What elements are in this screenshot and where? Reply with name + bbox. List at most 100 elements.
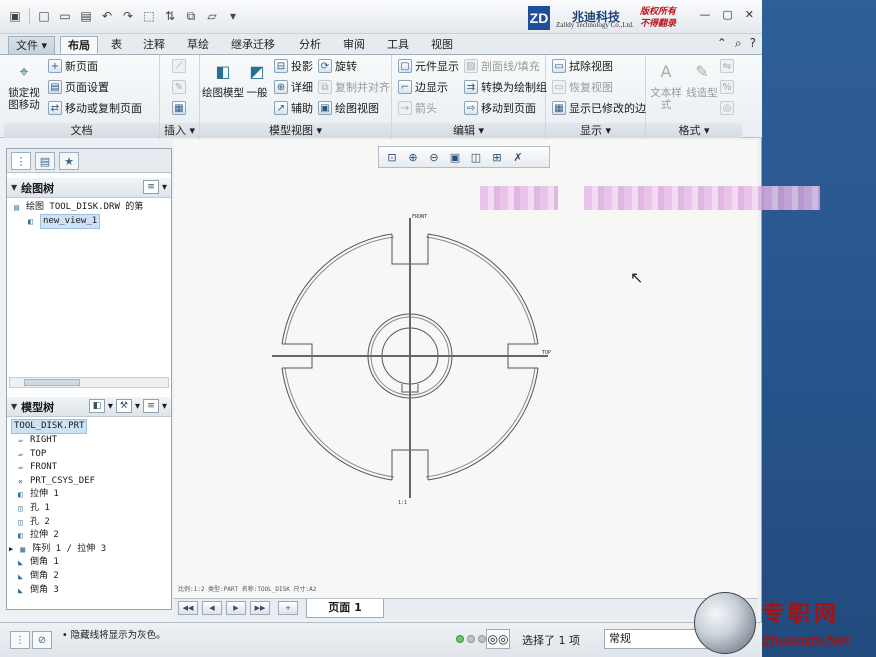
find-binoculars-icon[interactable]: ◎◎	[486, 629, 510, 649]
dropdown-icon[interactable]: ▾	[135, 401, 140, 412]
convert-draft-button[interactable]: ⇉ 转换为绘制组	[464, 78, 547, 96]
insert-sketch-button[interactable]: ✎	[172, 78, 186, 96]
tree-settings-icon[interactable]: ≡	[142, 180, 159, 194]
collapse-arrow-icon[interactable]: ▼	[11, 183, 17, 192]
model-tree-item[interactable]: ▱ RIGHT	[15, 434, 57, 447]
model-tree-item[interactable]: ▱ TOP	[15, 448, 46, 461]
maximize-button[interactable]: ▢	[722, 8, 732, 21]
move-to-page-button[interactable]: ⇨ 移动到页面	[464, 99, 536, 117]
revolve-view-button[interactable]: ⟳ 旋转	[318, 57, 357, 75]
tab-legacy-migration[interactable]: 继承迁移	[224, 36, 282, 54]
tab-view[interactable]: 视图	[424, 36, 460, 54]
model-tree-item[interactable]: ◧ 拉伸 2	[15, 529, 59, 542]
previous-page-icon[interactable]: ◀	[202, 601, 222, 615]
browser-toggle-icon[interactable]: ⊘	[32, 631, 52, 649]
edge-display-button[interactable]: ⌐ 边显示	[398, 78, 448, 96]
tab-sketch[interactable]: 草绘	[180, 36, 216, 54]
drawing-tree-scrollbar[interactable]	[9, 377, 169, 388]
format-swap-button[interactable]: ⇋	[720, 57, 734, 75]
tools-icon[interactable]: ⚒	[115, 399, 132, 413]
element-display-button[interactable]: ▢ 元件显示	[398, 57, 459, 75]
redo-icon[interactable]: ↷	[119, 7, 137, 25]
open-icon[interactable]: ▭	[56, 7, 74, 25]
tab-review[interactable]: 审阅	[336, 36, 372, 54]
collapse-ribbon-icon[interactable]: ⌃	[717, 36, 727, 51]
model-display-icon[interactable]: ◧	[88, 399, 105, 413]
navigator-toggle-icon[interactable]: ⋮	[10, 631, 30, 649]
detailed-view-button[interactable]: ⊕ 详细	[274, 78, 313, 96]
model-tree-item[interactable]: ◣ 倒角 1	[15, 556, 59, 569]
zoom-out-icon[interactable]: ⊖	[425, 149, 443, 165]
new-page-tab-icon[interactable]: +	[278, 601, 298, 615]
model-tree-item[interactable]: ◫ 孔 2	[15, 516, 50, 529]
tab-tools[interactable]: 工具	[380, 36, 416, 54]
close-window-icon[interactable]: ▱	[203, 7, 221, 25]
auxiliary-view-button[interactable]: ↗ 辅助	[274, 99, 313, 117]
show-modified-edges-button[interactable]: ▦ 显示已修改的边	[552, 99, 646, 117]
help-icon[interactable]: ?	[750, 36, 756, 51]
collapse-arrow-icon[interactable]: ▼	[11, 402, 17, 411]
page-setup-button[interactable]: ▤ 页面设置	[48, 78, 109, 96]
tab-layout[interactable]: 布局	[60, 36, 98, 54]
text-style-button[interactable]: A 文本样式	[648, 59, 684, 112]
model-tree-item[interactable]: ◧ 拉伸 1	[15, 488, 59, 501]
save-icon[interactable]: ▤	[77, 7, 95, 25]
new-page-button[interactable]: + 新页面	[48, 57, 98, 75]
annotation-display-icon[interactable]: ✗	[509, 149, 527, 165]
undo-icon[interactable]: ↶	[98, 7, 116, 25]
drawing-tree-item[interactable]: ▤ 绘图 TOOL_DISK.DRW 的第	[11, 201, 143, 214]
model-tree-item[interactable]: ✕ PRT_CSYS_DEF	[15, 475, 95, 488]
minimize-button[interactable]: —	[699, 8, 710, 21]
tab-annotate[interactable]: 注释	[136, 36, 172, 54]
regenerate-icon[interactable]: ⇅	[161, 7, 179, 25]
insert-image-button[interactable]: ▦	[172, 99, 186, 117]
windows-icon[interactable]: ⧉	[182, 7, 200, 25]
move-copy-page-button[interactable]: ⇄ 移动或复制页面	[48, 99, 142, 117]
model-tree-root[interactable]: TOOL_DISK.PRT	[11, 419, 88, 434]
repaint-icon[interactable]: ▣	[446, 149, 464, 165]
more-icon[interactable]: ▾	[224, 7, 242, 25]
model-tree-item[interactable]: ▶ ▦ 阵列 1 / 拉伸 3	[9, 543, 106, 556]
select-box-icon[interactable]: ⬚	[140, 7, 158, 25]
dropdown-icon[interactable]: ▾	[162, 401, 167, 412]
tree-settings-icon[interactable]: ≡	[142, 399, 159, 413]
resume-view-button[interactable]: ▭ 恢复视图	[552, 78, 613, 96]
first-page-icon[interactable]: ◀◀	[178, 601, 198, 615]
line-style-button[interactable]: ✎ 线造型	[684, 59, 720, 100]
lock-view-movement-button[interactable]: ⌖ 锁定视图移动	[6, 59, 42, 112]
dropdown-icon[interactable]: ▾	[162, 182, 167, 193]
drawing-tree-header[interactable]: ▼ 绘图树 ≡ ▾	[7, 178, 171, 198]
expand-arrow-icon[interactable]: ▶	[9, 543, 13, 556]
erase-view-button[interactable]: ▭ 拭除视图	[552, 57, 613, 75]
model-tree-item[interactable]: ▱ FRONT	[15, 461, 57, 474]
dropdown-icon[interactable]: ▾	[108, 401, 113, 412]
scrollbar-thumb[interactable]	[24, 379, 80, 386]
model-tree-tab-icon[interactable]: ⋮	[11, 152, 31, 170]
page-tab[interactable]: 页面 1	[306, 599, 384, 618]
close-button[interactable]: ✕	[745, 8, 754, 21]
display-style-icon[interactable]: ◫	[467, 149, 485, 165]
folder-browser-tab-icon[interactable]: ▤	[35, 152, 55, 170]
general-view-button[interactable]: ◩ 一般	[236, 59, 278, 100]
format-percent-button[interactable]: %	[720, 78, 734, 96]
insert-chart-button[interactable]: ⟋	[172, 57, 186, 75]
last-page-icon[interactable]: ▶▶	[250, 601, 270, 615]
projection-button[interactable]: ⊟ 投影	[274, 57, 313, 75]
tab-analysis[interactable]: 分析	[292, 36, 328, 54]
copy-align-button[interactable]: ⧉ 复制并对齐	[318, 78, 390, 96]
zoom-in-icon[interactable]: ⊕	[404, 149, 422, 165]
arrow-button[interactable]: → 箭头	[398, 99, 437, 117]
next-page-icon[interactable]: ▶	[226, 601, 246, 615]
favorites-tab-icon[interactable]: ★	[59, 152, 79, 170]
datum-display-icon[interactable]: ⊞	[488, 149, 506, 165]
app-icon[interactable]: ▣	[6, 7, 24, 25]
xhatch-button[interactable]: ▨ 剖面线/填充	[464, 57, 540, 75]
search-icon[interactable]: ⌕	[735, 36, 742, 51]
tab-file[interactable]: 文件 ▾	[8, 36, 56, 54]
tab-table[interactable]: 表	[104, 36, 129, 54]
model-tree-header[interactable]: ▼ 模型树 ◧ ▾ ⚒ ▾ ≡ ▾	[7, 397, 171, 417]
format-symbol-button[interactable]: ◎	[720, 99, 734, 117]
refit-icon[interactable]: ⊡	[383, 149, 401, 165]
drawing-view-button[interactable]: ▣ 绘图视图	[318, 99, 379, 117]
model-tree-item[interactable]: ◣ 倒角 2	[15, 570, 59, 583]
